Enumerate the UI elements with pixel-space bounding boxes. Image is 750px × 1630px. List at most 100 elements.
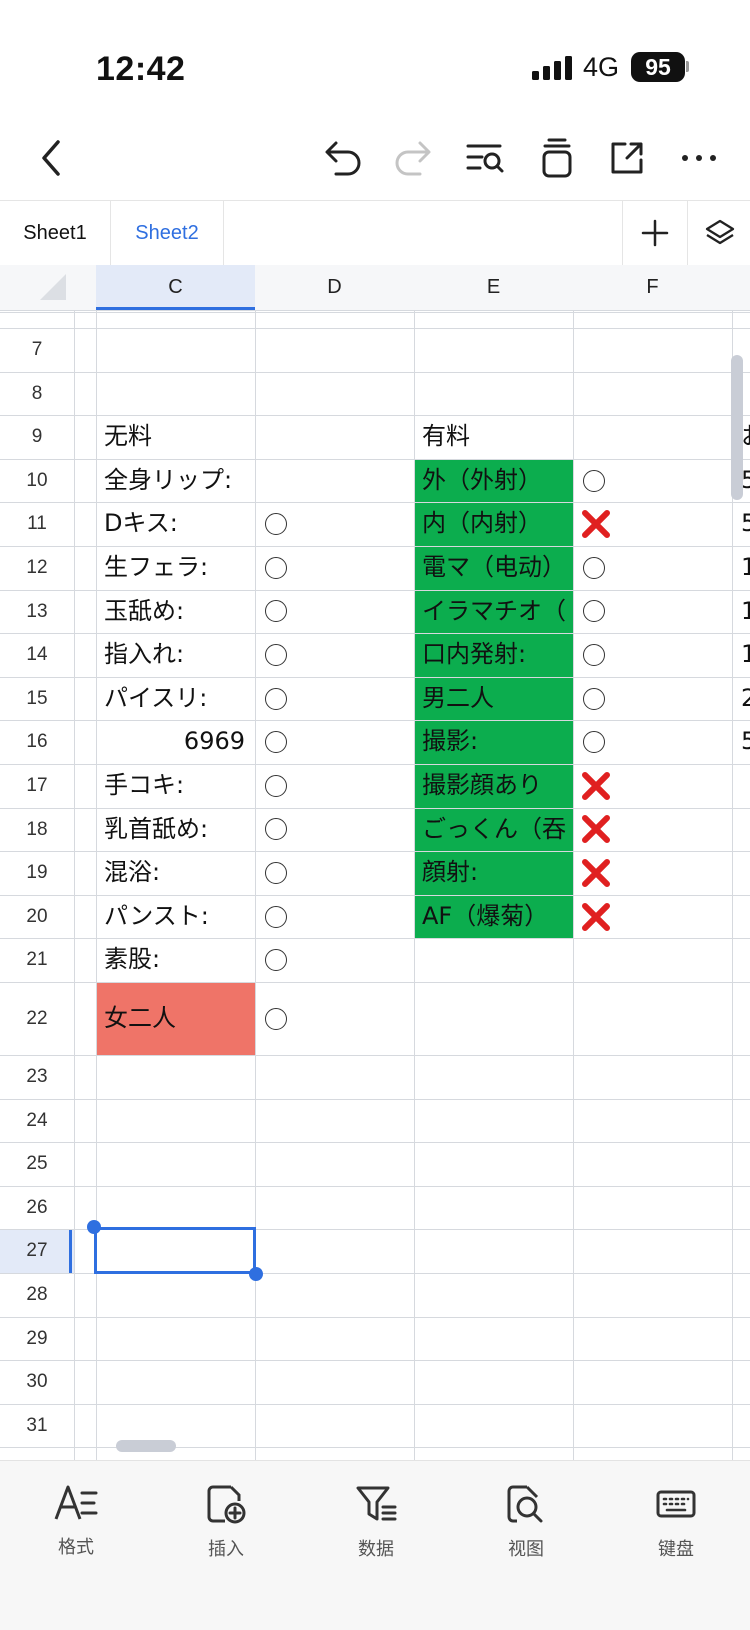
row-header-10[interactable]: 10 [0,459,74,503]
row-header-30[interactable]: 30 [0,1360,74,1404]
row-header-14[interactable]: 14 [0,633,74,677]
back-button[interactable] [28,135,74,181]
free-item-label[interactable]: Dキス: [104,502,251,546]
paid-item-circle-mark[interactable] [583,687,605,710]
redo-button[interactable] [390,135,436,181]
free-item-label[interactable]: 全身リップ: [104,459,251,503]
paid-item-label[interactable]: AF（爆菊） [422,895,571,939]
more-button[interactable] [676,135,722,181]
free-item-label[interactable]: 玉舐め: [104,590,251,634]
paid-item-label[interactable]: 口内発射: [422,633,571,677]
keyboard-button[interactable]: 键盘 [621,1483,731,1561]
paid-item-circle-mark[interactable] [583,731,605,754]
paid-item-label[interactable]: 内（内射） [422,502,571,546]
paid-item-cross-mark[interactable] [580,813,612,849]
row-header-12[interactable]: 12 [0,546,74,590]
free-item-label[interactable]: 混浴: [104,851,251,895]
column-g-value[interactable]: 5 [741,720,750,764]
paid-item-cross-mark[interactable] [580,770,612,806]
paid-item-label[interactable]: 撮影: [422,720,571,764]
row-header-26[interactable]: 26 [0,1186,74,1230]
column-g-value[interactable]: 5 [741,502,750,546]
clear-button[interactable] [534,135,580,181]
row-header-25[interactable]: 25 [0,1142,74,1186]
add-sheet-button[interactable] [622,201,687,265]
row-header-17[interactable]: 17 [0,764,74,808]
row-header-8[interactable]: 8 [0,372,74,416]
paid-item-circle-mark[interactable] [583,644,605,666]
paid-item-label[interactable]: 外（外射） [422,459,571,503]
paid-item-label[interactable]: イラマチオ（ [422,590,571,634]
column-g-value[interactable]: 2 [741,677,750,721]
tab-sheet2[interactable]: Sheet2 [111,201,224,265]
find-button[interactable] [462,135,508,181]
column-header-f[interactable]: F [573,265,732,310]
row-header-11[interactable]: 11 [0,502,74,546]
paid-item-cross-mark[interactable] [580,508,612,544]
free-item-circle-mark[interactable] [265,687,287,710]
free-item-label[interactable]: パイスリ: [104,677,251,721]
free-item-circle-mark[interactable] [265,644,287,666]
view-button[interactable]: 视图 [471,1483,581,1561]
insert-button[interactable]: 插入 [171,1483,281,1561]
spreadsheet-grid[interactable]: 7 8 9 10 11 12 13 14 15 16 17 18 19 20 21 22 23 24 25 26 27 2… [0,265,750,1460]
row-header-16[interactable]: 16 [0,720,74,764]
row-header-22[interactable]: 22 [0,982,74,1055]
row-header-13[interactable]: 13 [0,590,74,634]
selected-cell-c27[interactable] [94,1227,256,1274]
format-button[interactable]: 格式 [21,1483,131,1559]
free-item-label[interactable]: 生フェラ: [104,546,251,590]
free-item-circle-mark[interactable] [265,862,287,884]
row-header-15[interactable]: 15 [0,677,74,721]
free-item-label[interactable]: 乳首舐め: [104,808,251,852]
free-item-circle-mark[interactable] [265,600,287,623]
paid-item-label[interactable]: 男二人 [422,677,571,721]
row-header-7[interactable]: 7 [0,328,74,372]
select-all-corner[interactable] [38,272,68,302]
row-header-23[interactable]: 23 [0,1055,74,1099]
free-item-circle-mark[interactable] [265,949,287,972]
free-item-label[interactable]: 6969 [96,720,245,764]
column-header-e[interactable]: E [414,265,573,310]
paid-item-circle-mark[interactable] [583,600,605,623]
paid-item-label[interactable]: 顔射: [422,851,571,895]
paid-item-label[interactable]: 電マ（电动） [422,546,571,590]
free-item-label[interactable]: パンスト: [104,895,251,939]
column-g-value[interactable]: 1 [741,546,750,590]
horizontal-scrollbar[interactable] [116,1440,176,1452]
data-button[interactable]: 数据 [321,1483,431,1561]
layers-button[interactable] [687,201,750,265]
paid-item-label[interactable]: ごっくん（吞 [422,808,571,852]
free-item-label[interactable]: 素股: [104,938,251,982]
free-item-circle-mark[interactable] [265,774,287,797]
column-g-value[interactable]: 1 [741,633,750,677]
free-item-label[interactable]: 女二人 [104,982,251,1055]
free-item-label[interactable]: 指入れ: [104,633,251,677]
column-g-value[interactable]: 1 [741,590,750,634]
paid-item-circle-mark[interactable] [583,469,605,492]
paid-item-label[interactable]: 撮影顔あり [422,764,571,808]
row-header-21[interactable]: 21 [0,938,74,982]
selection-handle-bottom-right[interactable] [249,1267,263,1281]
free-item-circle-mark[interactable] [265,1007,287,1030]
row-header-18[interactable]: 18 [0,808,74,852]
free-item-circle-mark[interactable] [265,905,287,928]
row-header-28[interactable]: 28 [0,1273,74,1317]
row-header-9[interactable]: 9 [0,415,74,459]
paid-item-cross-mark[interactable] [580,901,612,937]
column-header-c[interactable]: C [96,265,255,310]
paid-item-circle-mark[interactable] [583,556,605,579]
row-header-20[interactable]: 20 [0,895,74,939]
paid-item-cross-mark[interactable] [580,857,612,893]
vertical-scrollbar[interactable] [731,355,743,500]
free-item-circle-mark[interactable] [265,556,287,579]
tab-sheet1[interactable]: Sheet1 [0,201,111,265]
free-item-circle-mark[interactable] [265,818,287,841]
row-header-24[interactable]: 24 [0,1099,74,1143]
row-header-19[interactable]: 19 [0,851,74,895]
row-header-29[interactable]: 29 [0,1317,74,1361]
share-button[interactable] [604,135,650,181]
free-item-circle-mark[interactable] [265,731,287,754]
row-header-31[interactable]: 31 [0,1404,74,1448]
undo-button[interactable] [320,135,366,181]
